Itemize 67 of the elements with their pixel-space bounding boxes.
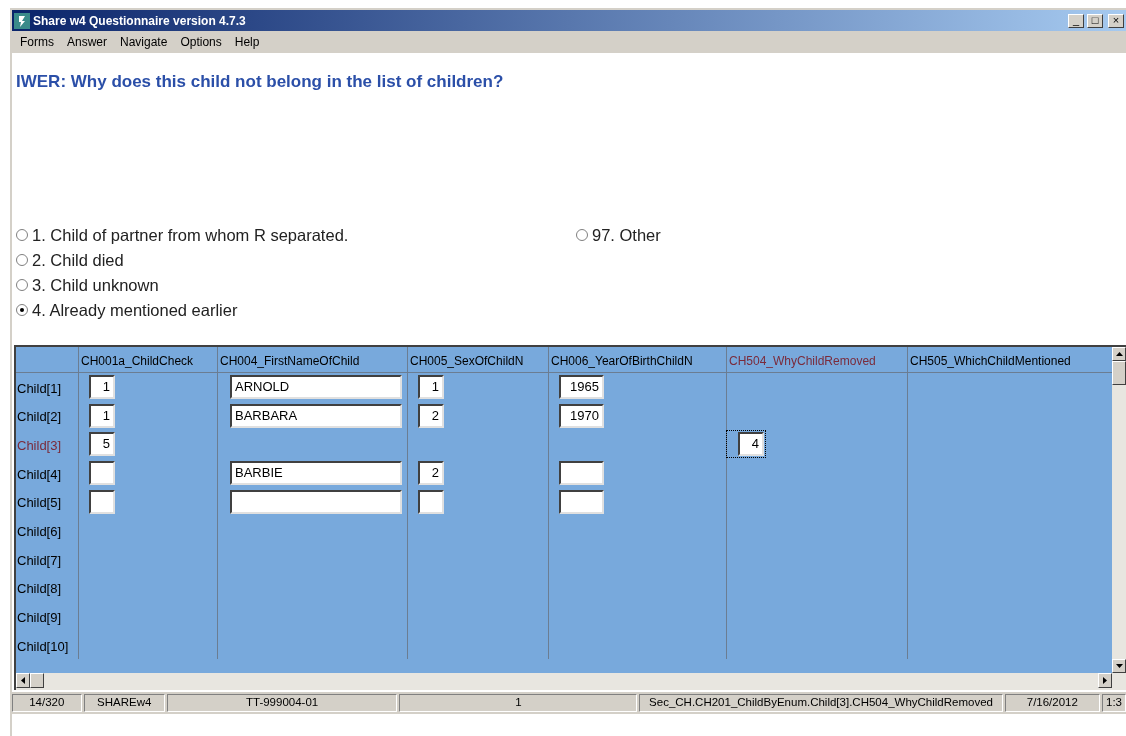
input-field[interactable] <box>89 460 115 485</box>
column-header: CH004_FirstNameOfChild <box>217 346 407 373</box>
row-label: Child[1] <box>16 379 63 398</box>
input-field[interactable]: 1965 <box>559 374 604 399</box>
input-field[interactable] <box>230 489 402 514</box>
status-panel: Sec_CH.CH201_ChildByEnum.Child[3].CH504_WhyChildRemoved <box>639 693 1003 712</box>
scrollbar-thumb[interactable] <box>1112 360 1126 385</box>
menu-item[interactable]: Navigate <box>114 33 175 51</box>
input-field[interactable]: BARBARA <box>230 403 402 428</box>
option-label[interactable]: 2. Child died <box>32 247 124 273</box>
input-field[interactable] <box>418 489 444 514</box>
row-label: Child[2] <box>16 408 63 427</box>
input-field[interactable]: 2 <box>418 460 444 485</box>
row-label: Child[6] <box>16 522 63 541</box>
status-panel: 1:3 <box>1102 693 1126 712</box>
option-label[interactable]: 97. Other <box>592 222 661 248</box>
status-panel: 1 <box>399 693 638 712</box>
column-header: CH505_WhichChildMentioned <box>907 346 1112 373</box>
input-field[interactable]: BARBIE <box>230 460 402 485</box>
option-label[interactable]: 1. Child of partner from whom R separated. <box>32 222 349 248</box>
option-label[interactable]: 3. Child unknown <box>32 272 159 298</box>
input-field[interactable] <box>89 489 115 514</box>
input-field[interactable]: 1970 <box>559 403 604 428</box>
radio-button[interactable] <box>16 229 28 241</box>
input-field[interactable]: ARNOLD <box>230 374 402 399</box>
row-label: Child[7] <box>16 551 63 570</box>
status-panel: 14/320 <box>12 693 82 712</box>
column-header: CH001a_ChildCheck <box>78 346 217 373</box>
radio-button[interactable] <box>16 279 28 291</box>
column-header: CH504_WhyChildRemoved <box>726 346 907 373</box>
column-header: CH005_SexOfChildN <box>407 346 548 373</box>
vertical-scrollbar[interactable] <box>1112 346 1126 673</box>
input-field[interactable]: 1 <box>89 403 115 428</box>
row-label: Child[8] <box>16 580 63 599</box>
option-label[interactable]: 4. Already mentioned earlier <box>32 297 238 323</box>
up-arrow-icon <box>1115 351 1123 356</box>
radio-button[interactable] <box>16 254 28 266</box>
right-arrow-icon <box>1103 676 1107 684</box>
close-button[interactable]: × <box>1108 13 1124 28</box>
status-panel: 7/16/2012 <box>1004 693 1100 712</box>
status-panel: SHAREw4 <box>83 693 165 712</box>
input-field[interactable] <box>559 489 604 514</box>
menu-item[interactable]: Help <box>228 33 267 51</box>
menu-item[interactable]: Answer <box>61 33 114 51</box>
question-text: IWER: Why does this child not belong in the list of children? <box>16 71 505 93</box>
row-label: Child[3] <box>16 436 63 455</box>
menu-item[interactable]: Options <box>174 33 229 51</box>
down-arrow-icon <box>1115 663 1123 668</box>
row-label: Child[4] <box>16 465 63 484</box>
row-label: Child[10] <box>16 637 70 656</box>
app-icon <box>14 12 30 29</box>
row-label: Child[9] <box>16 609 63 627</box>
input-field[interactable]: 2 <box>418 403 444 428</box>
menu-item[interactable]: Forms <box>14 33 61 51</box>
input-field[interactable]: 1 <box>418 374 444 399</box>
radio-button[interactable] <box>16 304 28 316</box>
input-field[interactable] <box>559 460 604 485</box>
left-arrow-icon <box>21 676 25 684</box>
window-title: Share w4 Questionnaire version 4.7.3 <box>33 12 246 30</box>
minimize-button[interactable]: _ <box>1068 13 1084 28</box>
input-field[interactable]: 1 <box>89 374 115 399</box>
column-header: CH006_YearOfBirthChildN <box>548 346 726 373</box>
input-field[interactable]: 5 <box>89 432 115 457</box>
status-panel: TT-999004-01 <box>166 693 398 712</box>
maximize-button[interactable]: □ <box>1087 13 1103 28</box>
radio-button[interactable] <box>576 229 588 241</box>
row-label: Child[5] <box>16 494 63 513</box>
